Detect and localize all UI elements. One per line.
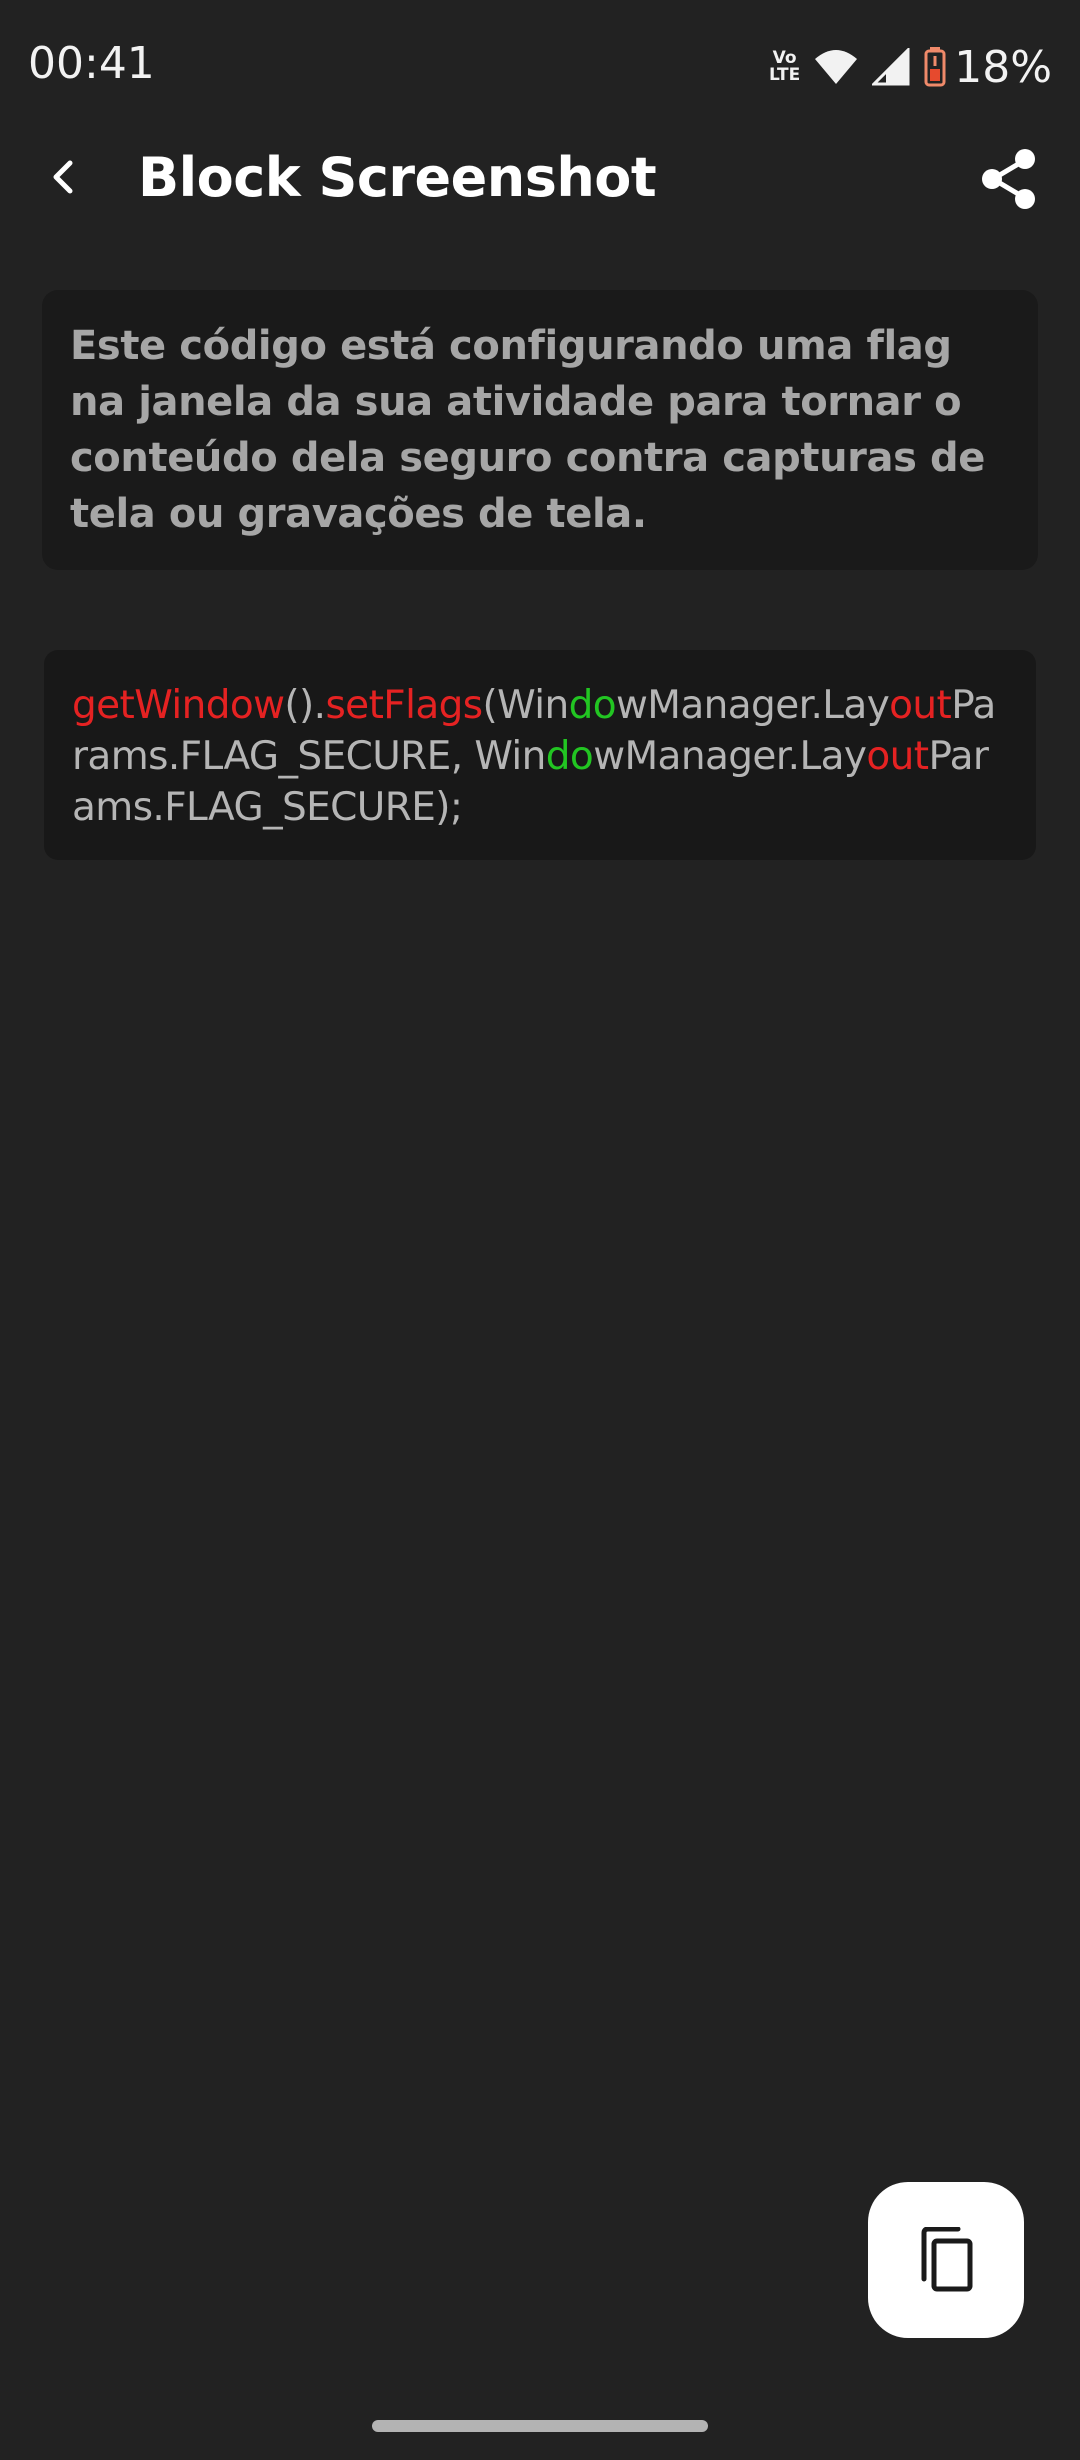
- code-token: wManager.Lay: [593, 734, 867, 779]
- volte-bottom-label: LTE: [768, 65, 801, 85]
- code-token: out: [889, 683, 952, 728]
- description-card: Este código está configurando uma flag n…: [42, 290, 1038, 570]
- wifi-icon: [815, 50, 858, 84]
- code-token: wManager.Lay: [616, 683, 890, 728]
- status-icons: Vo LTE 18%: [769, 41, 1052, 93]
- copy-button[interactable]: [868, 2182, 1024, 2338]
- screen: 00:41 Vo LTE 18% Block Screenshot Este c…: [0, 0, 1080, 2460]
- status-bar: 00:41 Vo LTE 18%: [0, 0, 1080, 130]
- code-token: out: [866, 734, 929, 779]
- code-token: (Win: [482, 683, 570, 728]
- volte-icon: Vo LTE: [769, 50, 800, 84]
- description-text: Este código está configurando uma flag n…: [70, 323, 985, 537]
- status-time: 00:41: [28, 38, 155, 89]
- code-snippet: getWindow().setFlags(WindowManager.Layou…: [72, 680, 1010, 833]
- back-button[interactable]: [30, 144, 96, 210]
- back-arrow-icon: [53, 160, 73, 194]
- home-indicator[interactable]: [372, 2420, 708, 2432]
- code-token: setFlags: [325, 683, 483, 728]
- code-token: do: [545, 734, 594, 779]
- share-button[interactable]: [974, 144, 1044, 214]
- signal-icon: [872, 48, 910, 86]
- code-card: getWindow().setFlags(WindowManager.Layou…: [44, 650, 1036, 860]
- code-token: ().: [284, 683, 326, 728]
- app-bar: Block Screenshot: [0, 130, 1080, 224]
- battery-percent: 18%: [954, 41, 1052, 93]
- battery-icon: [924, 47, 946, 87]
- code-token: getWindow: [72, 683, 285, 728]
- code-token: do: [568, 683, 617, 728]
- copy-icon: [921, 2227, 973, 2292]
- page-title: Block Screenshot: [138, 146, 657, 209]
- share-icon: [982, 149, 1035, 209]
